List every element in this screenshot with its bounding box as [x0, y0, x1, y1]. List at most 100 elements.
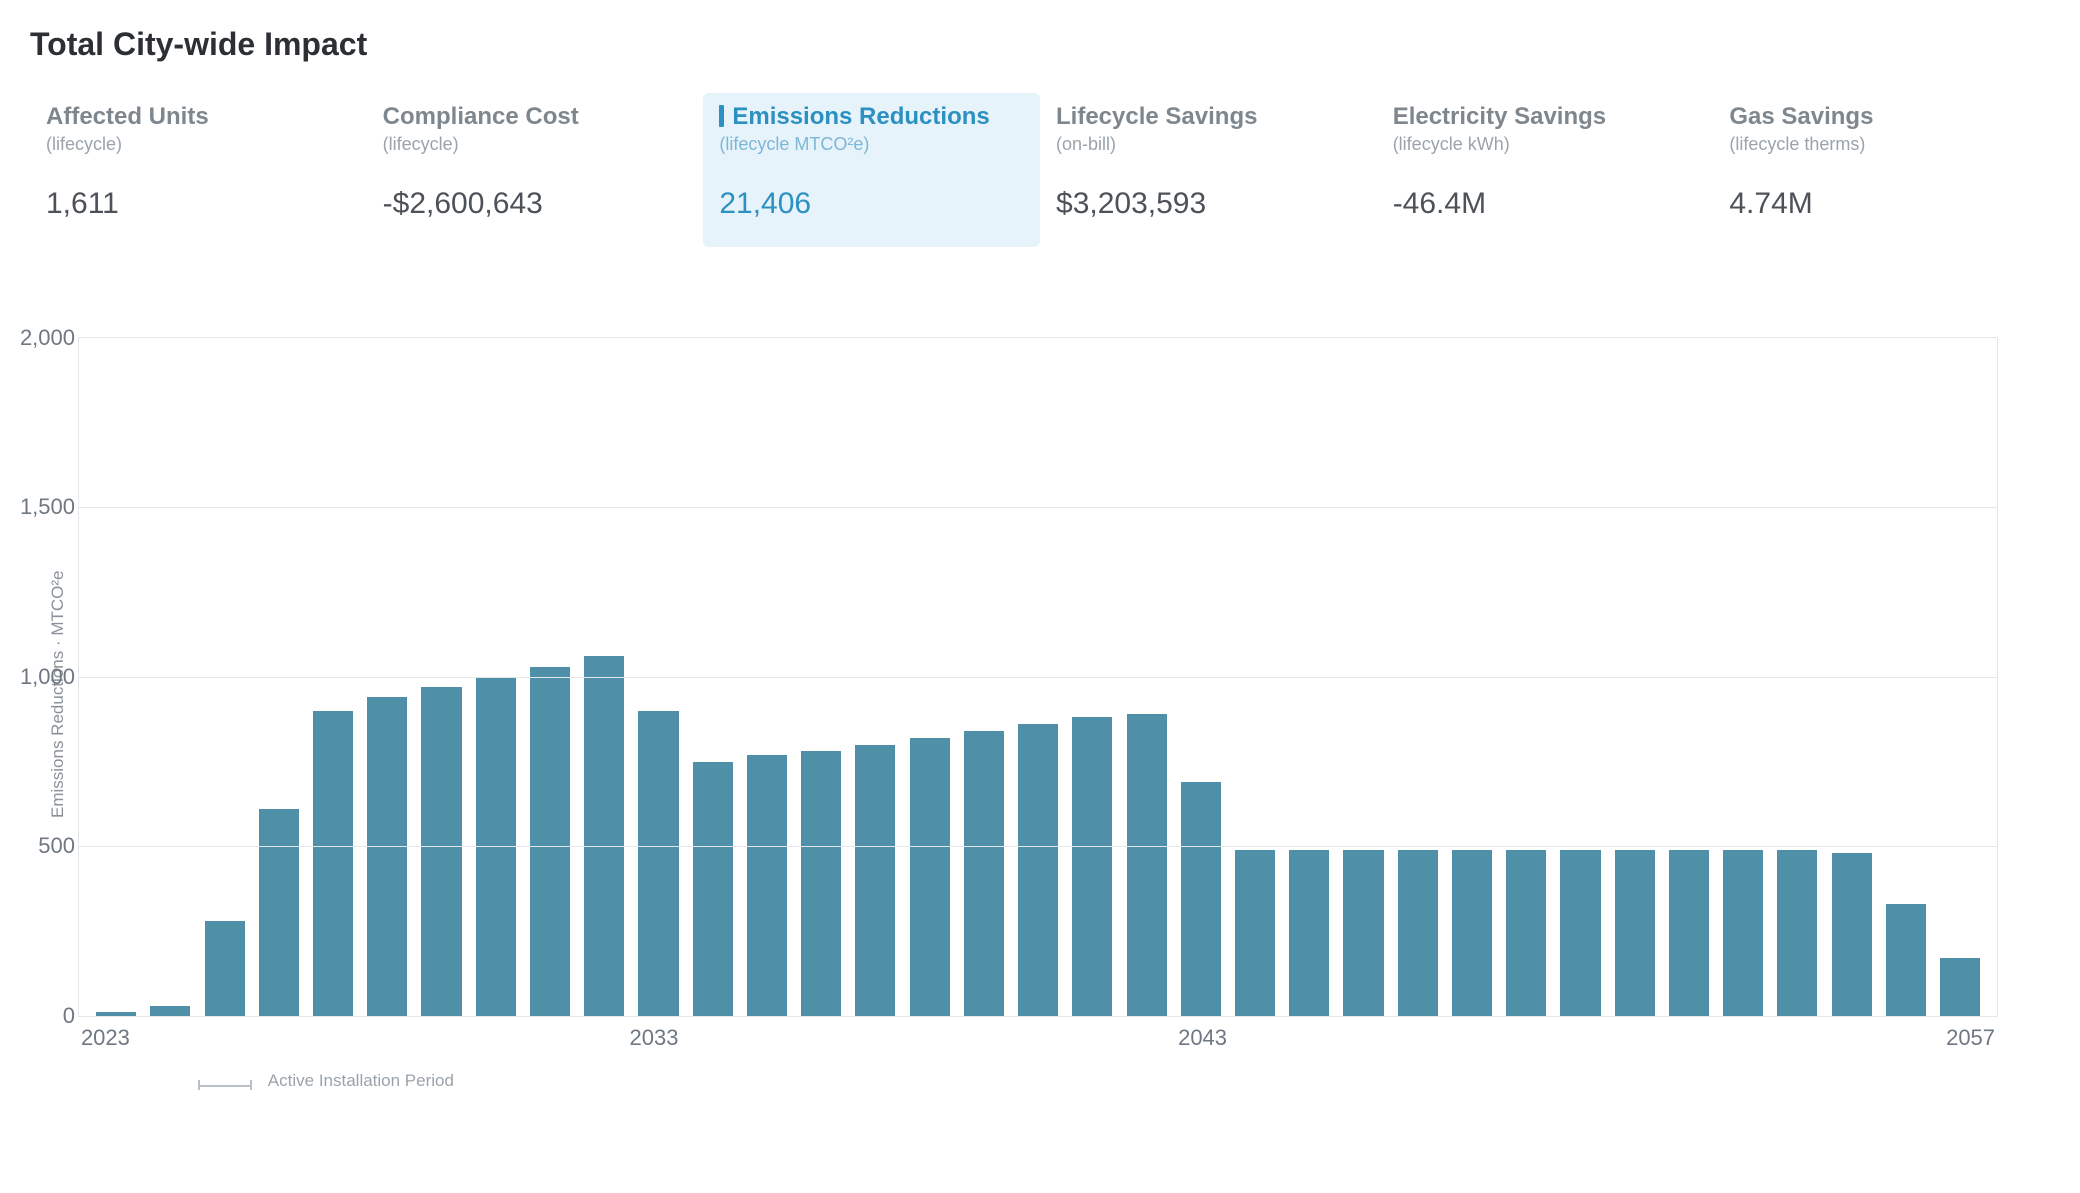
chart-bar-slot — [1391, 850, 1445, 1016]
chart-bar[interactable] — [1723, 850, 1763, 1016]
chart-bar[interactable] — [1398, 850, 1438, 1016]
chart-bar[interactable] — [1886, 904, 1926, 1016]
metric-subtitle: (lifecycle) — [383, 134, 688, 155]
chart-bar-slot — [1608, 850, 1662, 1016]
chart-bar[interactable] — [1127, 714, 1167, 1016]
metric-subtitle: (lifecycle kWh) — [1393, 134, 1698, 155]
metric-value: 1,611 — [46, 187, 351, 221]
chart-bar[interactable] — [150, 1006, 190, 1016]
chart-bar-slot — [577, 656, 631, 1015]
legend-marker-icon — [198, 1075, 252, 1087]
chart-bar[interactable] — [421, 687, 461, 1016]
chart-bar-slot — [306, 711, 360, 1016]
metric-value: 4.74M — [1729, 187, 2034, 221]
metric-title: Compliance Cost — [383, 103, 688, 132]
chart-bar-slot — [1716, 850, 1770, 1016]
chart-x-tick: 2043 — [1178, 1025, 1227, 1051]
metric-title: Gas Savings — [1729, 103, 2034, 132]
chart-bar-slot — [740, 755, 794, 1016]
chart-bar[interactable] — [1235, 850, 1275, 1016]
chart-bar-slot — [360, 697, 414, 1016]
metric-card-affected-units[interactable]: Affected Units(lifecycle)1,611 — [30, 93, 367, 247]
chart-bar[interactable] — [910, 738, 950, 1016]
chart-bar-slot — [523, 667, 577, 1016]
chart-bar-slot — [686, 762, 740, 1016]
chart-bar-slot — [1282, 850, 1336, 1016]
chart-bar-slot — [848, 745, 902, 1016]
chart-bar[interactable] — [530, 667, 570, 1016]
chart-bar-slot — [1770, 850, 1824, 1016]
chart-y-tick: 0 — [63, 1003, 75, 1029]
chart-bar-slot — [1336, 850, 1390, 1016]
chart-bar[interactable] — [1832, 853, 1872, 1016]
metric-card-electricity-savings[interactable]: Electricity Savings(lifecycle kWh)-46.4M — [1377, 93, 1714, 247]
chart-bar[interactable] — [1615, 850, 1655, 1016]
metrics-row: Affected Units(lifecycle)1,611Compliance… — [30, 93, 2050, 247]
chart-bar[interactable] — [584, 656, 624, 1015]
metric-card-emissions-reductions[interactable]: Emissions Reductions(lifecycle MTCO²e) 21… — [703, 93, 1040, 247]
chart-bar[interactable] — [638, 711, 678, 1016]
chart-bar[interactable] — [313, 711, 353, 1016]
chart-bar-slot — [1065, 717, 1119, 1015]
chart-bar[interactable] — [96, 1012, 136, 1015]
chart-bar-slot — [414, 687, 468, 1016]
chart-bar[interactable] — [1452, 850, 1492, 1016]
chart-bar[interactable] — [1018, 724, 1058, 1016]
chart-bar[interactable] — [259, 809, 299, 1016]
chart-y-tick: 2,000 — [20, 325, 75, 351]
metric-title: Lifecycle Savings — [1056, 103, 1361, 132]
chart-bar[interactable] — [367, 697, 407, 1016]
chart-bar[interactable] — [693, 762, 733, 1016]
chart-bar[interactable] — [1343, 850, 1383, 1016]
chart-bar[interactable] — [1506, 850, 1546, 1016]
chart-bar-slot — [1011, 724, 1065, 1016]
chart-x-tick: 2023 — [81, 1025, 130, 1051]
chart-bar[interactable] — [1669, 850, 1709, 1016]
page-title: Total City-wide Impact — [30, 26, 2050, 63]
chart-container: Emissions Reductions · MTCO²e 05001,0001… — [40, 337, 2050, 1091]
chart-bar[interactable] — [1560, 850, 1600, 1016]
chart-bar-slot — [1825, 853, 1879, 1016]
chart-x-tick: 2033 — [630, 1025, 679, 1051]
metric-subtitle: (lifecycle MTCO²e) — [719, 134, 1024, 155]
chart-bar[interactable] — [1072, 717, 1112, 1015]
chart-bar[interactable] — [1777, 850, 1817, 1016]
chart-bar-slot — [1499, 850, 1553, 1016]
chart-bar[interactable] — [747, 755, 787, 1016]
metric-card-compliance-cost[interactable]: Compliance Cost(lifecycle) -$2,600,643 — [367, 93, 704, 247]
chart-bar[interactable] — [801, 751, 841, 1015]
metric-value: -46.4M — [1393, 187, 1698, 221]
chart-bar-slot — [631, 711, 685, 1016]
chart-bar-slot — [957, 731, 1011, 1016]
chart-bar-slot — [143, 1006, 197, 1016]
chart-gridline — [79, 846, 1997, 847]
chart-legend: Active Installation Period — [198, 1071, 1998, 1091]
chart-bar-slot — [1553, 850, 1607, 1016]
legend-label: Active Installation Period — [268, 1071, 454, 1090]
chart-y-tick: 500 — [38, 833, 75, 859]
metric-title: Emissions Reductions — [719, 103, 1024, 132]
chart-y-tick: 1,500 — [20, 494, 75, 520]
metric-card-lifecycle-savings[interactable]: Lifecycle Savings(on-bill)$3,203,593 — [1040, 93, 1377, 247]
chart-bar[interactable] — [1289, 850, 1329, 1016]
chart-bar[interactable] — [205, 921, 245, 1016]
chart-bar-slot — [1933, 958, 1987, 1016]
chart-bar[interactable] — [855, 745, 895, 1016]
chart-bar-slot — [197, 921, 251, 1016]
chart-y-tick: 1,000 — [20, 664, 75, 690]
chart-bar[interactable] — [1181, 782, 1221, 1016]
chart-bar-slot — [1174, 782, 1228, 1016]
metric-value: 21,406 — [719, 187, 1024, 221]
chart-plot-area: 05001,0001,5002,000 — [78, 337, 1998, 1017]
metric-value: -$2,600,643 — [383, 187, 688, 221]
chart-gridline — [79, 507, 1997, 508]
chart-bar-slot — [1228, 850, 1282, 1016]
chart-bar[interactable] — [964, 731, 1004, 1016]
chart-bar-slot — [1879, 904, 1933, 1016]
chart-bar[interactable] — [1940, 958, 1980, 1016]
chart-x-tick: 2057 — [1946, 1025, 1995, 1051]
metric-subtitle: (on-bill) — [1056, 134, 1361, 155]
chart-x-axis: 2023 2033 2043 2057 — [78, 1017, 1998, 1057]
chart-bar-slot — [794, 751, 848, 1015]
metric-card-gas-savings[interactable]: Gas Savings(lifecycle therms)4.74M — [1713, 93, 2050, 247]
